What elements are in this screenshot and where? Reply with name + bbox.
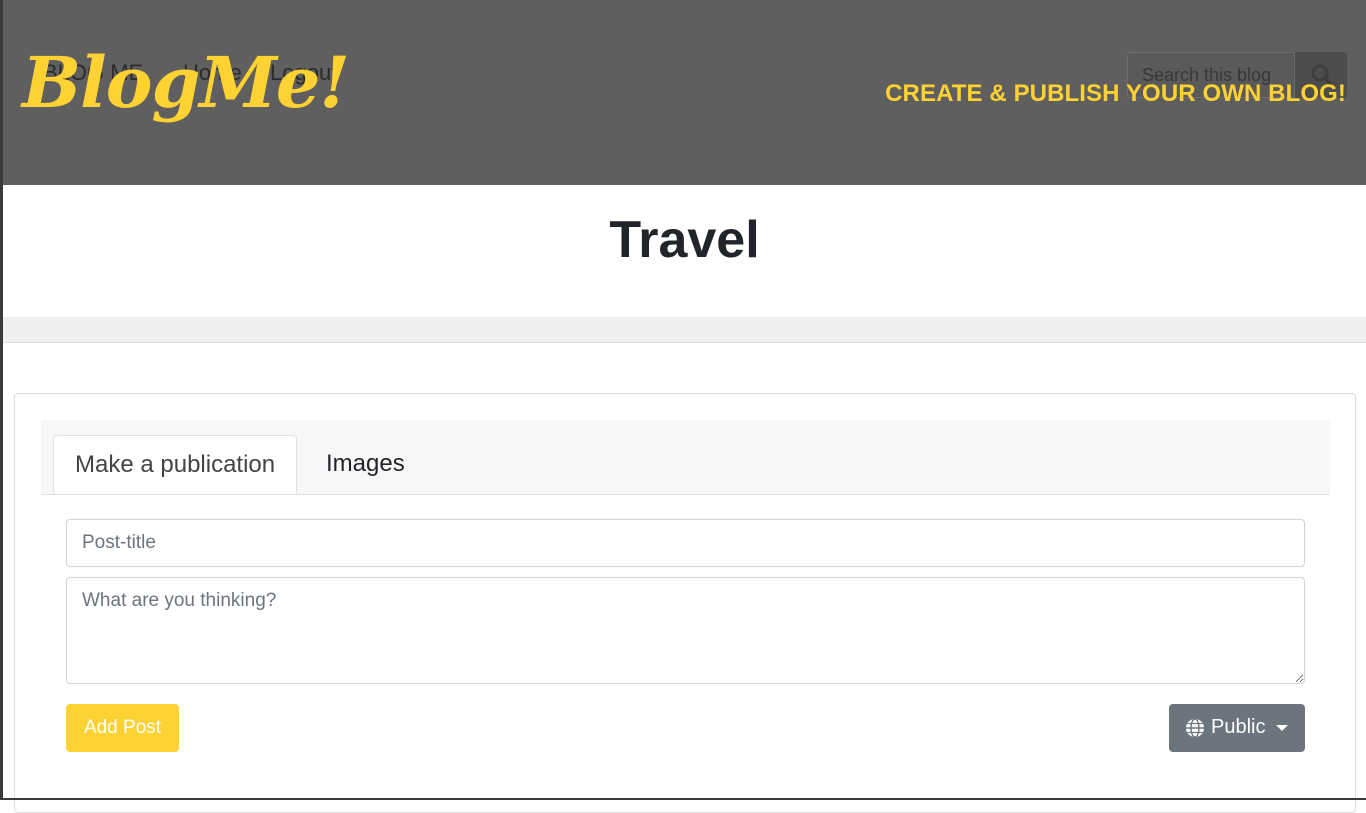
caret-down-icon xyxy=(1276,725,1288,731)
section-divider xyxy=(3,317,1366,343)
tab-images[interactable]: Images xyxy=(305,435,426,493)
blog-title: Travel xyxy=(609,211,760,269)
tab-make-publication[interactable]: Make a publication xyxy=(53,435,298,494)
post-body-textarea[interactable] xyxy=(66,577,1305,684)
site-header: BLOG ME Home Logout BlogMe! CREATE & PUB… xyxy=(3,0,1366,185)
visibility-label: Public xyxy=(1211,716,1266,738)
window-frame-left xyxy=(0,0,3,800)
post-composer-card: Make a publication Images Add Post Publi… xyxy=(14,393,1356,813)
visibility-dropdown-button[interactable]: Public xyxy=(1169,704,1305,752)
globe-icon xyxy=(1186,718,1204,738)
add-post-button[interactable]: Add Post xyxy=(66,704,179,752)
post-title-input[interactable] xyxy=(66,519,1305,567)
composer-tabs: Make a publication Images xyxy=(41,420,1330,495)
site-tagline: CREATE & PUBLISH YOUR OWN BLOG! xyxy=(885,80,1346,107)
site-logo[interactable]: BlogMe! xyxy=(22,48,350,118)
